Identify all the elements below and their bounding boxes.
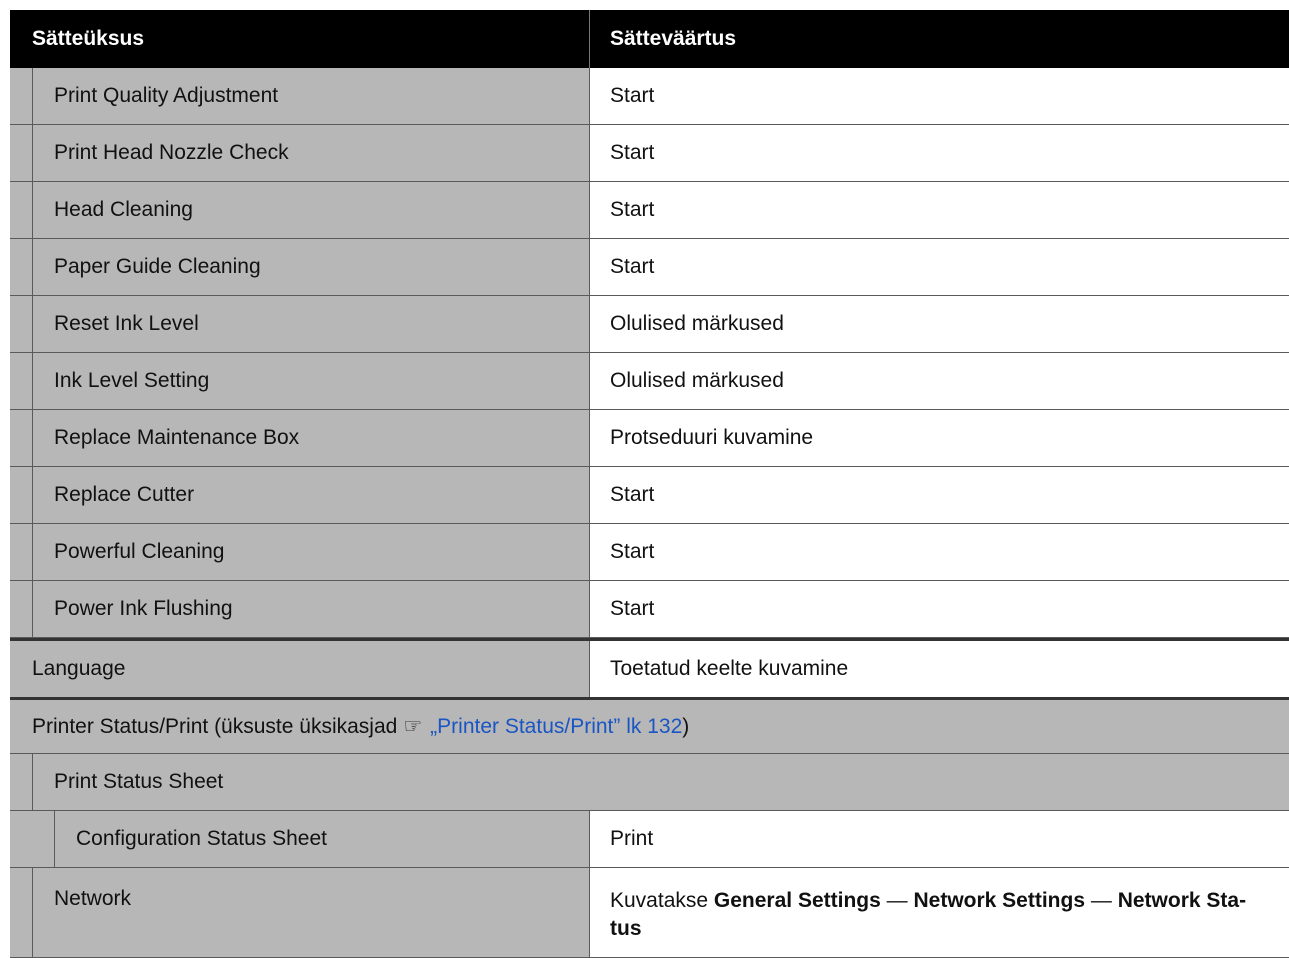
header-setting-value: Sätteväärtus: [610, 27, 737, 50]
table-row: Ink Level Setting Olulised märkused: [10, 353, 1289, 410]
setting-value: Start: [610, 198, 655, 221]
setting-item-label: Ink Level Setting: [54, 369, 210, 392]
setting-item-label: Print Head Nozzle Check: [54, 141, 289, 164]
table-row: Paper Guide Cleaning Start: [10, 239, 1289, 296]
table-row: Replace Cutter Start: [10, 467, 1289, 524]
header-setting-item: Sätteüksus: [32, 27, 145, 50]
hand-pointer-icon: ☞: [403, 715, 423, 738]
language-row: Language Toetatud keelte kuvamine: [10, 638, 1289, 697]
table-row: Head Cleaning Start: [10, 182, 1289, 239]
config-status-sheet-label: Configuration Status Sheet: [76, 827, 327, 850]
printer-status-title: Printer Status/Print (üksuste üksikasjad: [32, 714, 398, 738]
settings-table: Sätteüksus Sätteväärtus Print Quality Ad…: [10, 10, 1289, 958]
print-status-sheet-label: Print Status Sheet: [54, 770, 224, 793]
setting-item-label: Replace Maintenance Box: [54, 426, 300, 449]
setting-item-label: Powerful Cleaning: [54, 540, 225, 563]
table-row: Power Ink Flushing Start: [10, 581, 1289, 638]
setting-item-label: Head Cleaning: [54, 198, 193, 221]
setting-value: Start: [610, 84, 655, 107]
language-value: Toetatud keelte kuvamine: [610, 657, 849, 680]
network-value-network-status-b: tus: [610, 917, 642, 940]
table-row: Replace Maintenance Box Protseduuri kuvam…: [10, 410, 1289, 467]
printer-status-link[interactable]: „Printer Status/Print” lk 132: [430, 715, 682, 739]
network-value-sep-2: —: [1090, 889, 1112, 912]
setting-value: Olulised märkused: [610, 369, 784, 392]
setting-item-label: Reset Ink Level: [54, 312, 199, 335]
network-value-network-status-a: Network Sta-: [1117, 889, 1247, 912]
setting-item-label: Replace Cutter: [54, 483, 195, 506]
network-value-intro: Kuvatakse: [610, 889, 709, 912]
config-status-sheet-row: Configuration Status Sheet Print: [10, 811, 1289, 868]
print-status-sheet-row: Print Status Sheet: [10, 754, 1289, 811]
network-value-general-settings: General Settings: [713, 889, 881, 912]
setting-item-label: Paper Guide Cleaning: [54, 255, 261, 278]
setting-value: Start: [610, 540, 655, 563]
setting-item-label: Power Ink Flushing: [54, 597, 233, 620]
language-label: Language: [32, 657, 126, 680]
printer-status-section-header: Printer Status/Print (üksuste üksikasjad…: [10, 697, 1289, 754]
network-value: Kuvatakse General Settings — Network Set…: [610, 887, 1246, 943]
setting-value: Start: [610, 255, 655, 278]
setting-item-label: Print Quality Adjustment: [54, 84, 279, 107]
network-value-sep-1: —: [886, 889, 908, 912]
setting-value: Start: [610, 483, 655, 506]
network-label: Network: [54, 887, 132, 910]
config-status-sheet-value: Print: [610, 827, 654, 850]
setting-value: Start: [610, 141, 655, 164]
setting-value: Start: [610, 597, 655, 620]
network-value-network-settings: Network Settings: [913, 889, 1086, 912]
maintenance-group: Print Quality Adjustment Start Print Head …: [10, 68, 1289, 638]
table-row: Print Head Nozzle Check Start: [10, 125, 1289, 182]
table-header: Sätteüksus Sätteväärtus: [10, 10, 1289, 68]
setting-value: Olulised märkused: [610, 312, 784, 335]
printer-status-suffix: ): [682, 714, 690, 738]
network-row: Network Kuvatakse General Settings — Net…: [10, 868, 1289, 958]
setting-value: Protseduuri kuvamine: [610, 426, 814, 449]
table-row: Reset Ink Level Olulised märkused: [10, 296, 1289, 353]
table-row: Powerful Cleaning Start: [10, 524, 1289, 581]
table-row: Print Quality Adjustment Start: [10, 68, 1289, 125]
